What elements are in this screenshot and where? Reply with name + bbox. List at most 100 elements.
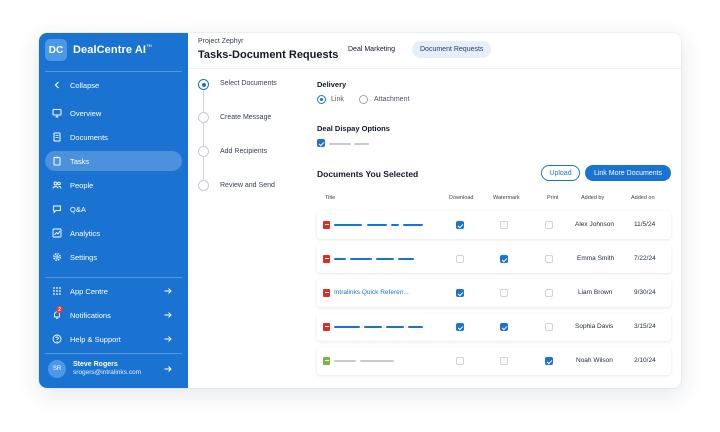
print-checkbox[interactable] [545,255,553,263]
table-row[interactable]: Sophia Davis 3/15/24 [317,313,671,341]
sidebar-item-label: Tasks [70,156,90,166]
added-on: 2/10/24 [634,357,656,364]
added-on: 3/15/24 [634,323,656,330]
clipboard-icon [51,155,63,167]
title-placeholder [398,258,414,260]
title-placeholder [386,326,404,328]
watermark-checkbox[interactable] [500,289,508,297]
document-icon [51,131,63,143]
sidebar-item-qa[interactable]: Q&A [45,199,182,219]
column-header-download: Download [449,195,474,201]
sidebar-item-label: Documents [70,132,108,142]
collapse-label: Collapse [70,80,100,90]
display-options-label: Deal Dispay Options [317,124,390,133]
watermark-checkbox[interactable] [500,357,508,365]
display-option-checkbox[interactable] [317,139,325,147]
title-placeholder [334,326,360,328]
step-dot-review-and-send[interactable] [198,180,209,191]
added-on: 7/22/24 [634,255,656,262]
radio-attachment[interactable] [359,95,368,104]
sidebar-item-tasks-content[interactable]: Tasks [45,151,182,171]
watermark-checkbox[interactable] [500,323,508,331]
page-title: Tasks-Document Requests [198,49,339,61]
document-title-link[interactable]: Intralinks Quick Referen... [334,289,409,296]
download-checkbox[interactable] [456,289,464,297]
sidebar-item-app-centre[interactable]: App Centre [45,281,182,301]
sidebar-item-label: People [70,180,94,190]
watermark-checkbox[interactable] [500,221,508,229]
column-header-added-by: Added by [581,195,605,201]
radio-attachment-label[interactable]: Attachment [374,96,409,103]
title-placeholder [334,258,346,260]
arrow-right-icon [162,333,174,345]
help-icon [51,333,63,345]
sidebar-item-overview[interactable]: Overview [45,103,182,123]
sidebar-item-analytics[interactable]: Analytics [45,223,182,243]
arrow-right-icon [162,363,174,375]
project-name: Project Zephyr [198,38,244,45]
table-row[interactable]: Emma Smith 7/22/24 [317,245,671,273]
collapse-button[interactable]: Collapse [45,75,182,95]
title-placeholder [367,224,387,226]
sidebar-item-settings[interactable]: Settings [45,247,182,267]
link-more-documents-button[interactable]: Link More Documents [585,165,671,181]
sidebar: DC DealCentre AI™ Collapse Overview Docu… [39,33,188,388]
user-name: Steve Rogers [73,360,118,368]
table-row[interactable]: Noah Wilson 2/10/24 [317,347,671,375]
upload-button[interactable]: Upload [541,165,580,181]
sidebar-item-help[interactable]: Help & Support [45,329,182,349]
user-email: srogers@intralinks.com [73,369,142,377]
tab-document-requests[interactable]: Document Requests [412,41,492,58]
added-by: Sophia Davis [575,323,614,330]
step-dot-create-message[interactable] [198,112,209,123]
print-checkbox[interactable] [545,323,553,331]
stepper-line [203,88,204,188]
table-row[interactable]: Alex Johnson 11/5/24 [317,211,671,239]
pdf-file-icon [323,221,330,229]
main-panel: Project Zephyr Tasks-Document Requests D… [188,33,681,388]
sidebar-divider [45,71,182,72]
download-checkbox[interactable] [456,255,464,263]
title-placeholder [376,258,394,260]
sidebar-item-people[interactable]: People [45,175,182,195]
download-checkbox[interactable] [456,357,464,365]
arrow-right-icon [162,309,174,321]
arrow-right-icon [162,285,174,297]
print-checkbox[interactable] [545,221,553,229]
header-divider [188,68,681,69]
chevron-left-icon [51,79,63,91]
step-label[interactable]: Create Message [220,114,271,121]
sidebar-item-label: Notifications [70,310,111,320]
notification-badge: 2 [56,306,63,313]
user-profile[interactable]: SR Steve Rogers srogers@intralinks.com [45,357,182,381]
step-label[interactable]: Add Recipients [220,148,267,155]
tab-deal-marketing[interactable]: Deal Marketing [340,41,403,58]
title-placeholder [334,224,362,226]
column-header-print: Print [547,195,559,201]
step-label[interactable]: Review and Send [220,182,275,189]
added-by: Noah Wilson [576,357,613,364]
print-checkbox[interactable] [545,357,553,365]
grid-icon [51,285,63,297]
sidebar-item-notifications[interactable]: 2 Notifications [45,305,182,325]
watermark-checkbox[interactable] [500,255,508,263]
step-dot-select-documents[interactable] [198,79,209,90]
print-checkbox[interactable] [545,289,553,297]
display-option-placeholder [354,143,369,145]
brand-logo: DC [45,39,67,61]
brand[interactable]: DC DealCentre AI™ [45,39,152,61]
step-label[interactable]: Select Documents [220,80,277,87]
pdf-file-icon [323,323,330,331]
radio-link[interactable] [317,95,326,104]
title-placeholder [391,224,399,226]
radio-link-label[interactable]: Link [331,96,344,103]
download-checkbox[interactable] [456,221,464,229]
table-row[interactable]: Intralinks Quick Referen... Liam Brown 9… [317,279,671,307]
sidebar-item-label: Analytics [70,228,101,238]
sidebar-item-documents[interactable]: Documents [45,127,182,147]
added-on: 11/5/24 [634,221,656,228]
sidebar-item-label: App Centre [70,286,108,296]
download-checkbox[interactable] [456,323,464,331]
step-dot-add-recipients[interactable] [198,146,209,157]
column-header-title: Title [325,195,336,201]
